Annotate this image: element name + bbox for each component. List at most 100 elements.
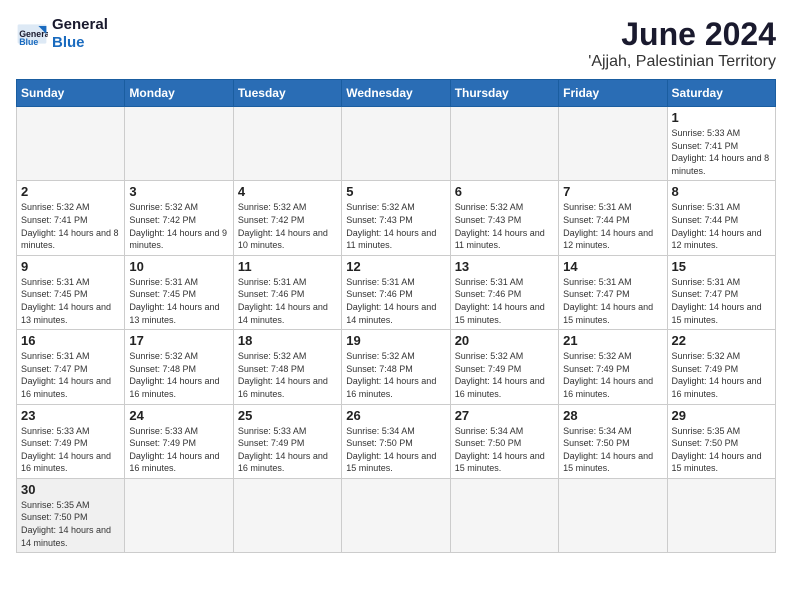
calendar-day-cell <box>233 107 341 181</box>
day-info: Sunrise: 5:33 AMSunset: 7:49 PMDaylight:… <box>21 425 120 475</box>
calendar-day-cell: 5Sunrise: 5:32 AMSunset: 7:43 PMDaylight… <box>342 181 450 255</box>
day-info: Sunrise: 5:32 AMSunset: 7:49 PMDaylight:… <box>563 350 662 400</box>
day-number: 7 <box>563 184 662 199</box>
calendar-day-cell: 15 Sunrise: 5:31 AMSunset: 7:47 PMDayligh… <box>667 255 775 329</box>
location-title: 'Ajjah, Palestinian Territory <box>588 53 776 71</box>
calendar-day-cell: 14 Sunrise: 5:31 AMSunset: 7:47 PMDayligh… <box>559 255 667 329</box>
page-header: General Blue General Blue June 2024 'Ajj… <box>16 16 776 71</box>
calendar-week-row: 1Sunrise: 5:33 AMSunset: 7:41 PMDaylight… <box>17 107 776 181</box>
calendar-day-cell <box>125 478 233 552</box>
calendar-day-cell: 18 Sunrise: 5:32 AMSunset: 7:48 PMDayligh… <box>233 330 341 404</box>
weekday-header-row: SundayMondayTuesdayWednesdayThursdayFrid… <box>17 80 776 107</box>
calendar-day-cell: 3Sunrise: 5:32 AMSunset: 7:42 PMDaylight… <box>125 181 233 255</box>
day-info: Sunrise: 5:34 AMSunset: 7:50 PMDaylight:… <box>563 425 662 475</box>
day-info: Sunrise: 5:32 AMSunset: 7:48 PMDaylight:… <box>346 350 445 400</box>
logo: General Blue General Blue <box>16 16 108 52</box>
calendar-day-cell: 23Sunrise: 5:33 AMSunset: 7:49 PMDayligh… <box>17 404 125 478</box>
calendar-day-cell: 4Sunrise: 5:32 AMSunset: 7:42 PMDaylight… <box>233 181 341 255</box>
day-info: Sunrise: 5:31 AMSunset: 7:46 PMDaylight:… <box>455 276 554 326</box>
day-info: Sunrise: 5:31 AMSunset: 7:45 PMDaylight:… <box>129 276 228 326</box>
day-number: 13 <box>455 259 554 274</box>
calendar-day-cell <box>559 478 667 552</box>
logo-icon: General Blue <box>16 18 48 50</box>
day-number: 11 <box>238 259 337 274</box>
day-number: 16 <box>21 333 120 348</box>
day-info: Sunrise: 5:32 AMSunset: 7:48 PMDaylight:… <box>238 350 337 400</box>
calendar-week-row: 16 Sunrise: 5:31 AMSunset: 7:47 PMDayligh… <box>17 330 776 404</box>
calendar-week-row: 30Sunrise: 5:35 AMSunset: 7:50 PMDayligh… <box>17 478 776 552</box>
day-info: Sunrise: 5:31 AMSunset: 7:47 PMDaylight:… <box>21 350 120 400</box>
day-info: Sunrise: 5:32 AMSunset: 7:42 PMDaylight:… <box>238 201 337 251</box>
day-number: 8 <box>672 184 771 199</box>
svg-text:Blue: Blue <box>19 37 38 47</box>
calendar-day-cell: 16 Sunrise: 5:31 AMSunset: 7:47 PMDayligh… <box>17 330 125 404</box>
day-info: Sunrise: 5:31 AMSunset: 7:47 PMDaylight:… <box>672 276 771 326</box>
calendar-day-cell: 11 Sunrise: 5:31 AMSunset: 7:46 PMDayligh… <box>233 255 341 329</box>
day-number: 29 <box>672 408 771 423</box>
calendar-day-cell: 28 Sunrise: 5:34 AMSunset: 7:50 PMDayligh… <box>559 404 667 478</box>
day-info: Sunrise: 5:32 AMSunset: 7:42 PMDaylight:… <box>129 201 228 251</box>
day-number: 17 <box>129 333 228 348</box>
day-info: Sunrise: 5:32 AMSunset: 7:48 PMDaylight:… <box>129 350 228 400</box>
day-info: Sunrise: 5:31 AMSunset: 7:44 PMDaylight:… <box>563 201 662 251</box>
calendar-table: SundayMondayTuesdayWednesdayThursdayFrid… <box>16 79 776 553</box>
day-info: Sunrise: 5:32 AMSunset: 7:43 PMDaylight:… <box>455 201 554 251</box>
calendar-week-row: 23Sunrise: 5:33 AMSunset: 7:49 PMDayligh… <box>17 404 776 478</box>
calendar-day-cell: 10Sunrise: 5:31 AMSunset: 7:45 PMDayligh… <box>125 255 233 329</box>
weekday-header: Monday <box>125 80 233 107</box>
calendar-day-cell: 27Sunrise: 5:34 AMSunset: 7:50 PMDayligh… <box>450 404 558 478</box>
month-title: June 2024 <box>588 16 776 53</box>
calendar-day-cell: 12 Sunrise: 5:31 AMSunset: 7:46 PMDayligh… <box>342 255 450 329</box>
day-number: 5 <box>346 184 445 199</box>
day-number: 22 <box>672 333 771 348</box>
calendar-day-cell: 19 Sunrise: 5:32 AMSunset: 7:48 PMDayligh… <box>342 330 450 404</box>
day-number: 9 <box>21 259 120 274</box>
day-info: Sunrise: 5:32 AMSunset: 7:49 PMDaylight:… <box>672 350 771 400</box>
day-info: Sunrise: 5:35 AMSunset: 7:50 PMDaylight:… <box>672 425 771 475</box>
calendar-week-row: 2 Sunrise: 5:32 AMSunset: 7:41 PMDaylight… <box>17 181 776 255</box>
calendar-day-cell <box>125 107 233 181</box>
day-info: Sunrise: 5:33 AMSunset: 7:49 PMDaylight:… <box>238 425 337 475</box>
day-number: 27 <box>455 408 554 423</box>
day-number: 12 <box>346 259 445 274</box>
calendar-day-cell: 29 Sunrise: 5:35 AMSunset: 7:50 PMDayligh… <box>667 404 775 478</box>
calendar-day-cell <box>233 478 341 552</box>
day-info: Sunrise: 5:31 AMSunset: 7:47 PMDaylight:… <box>563 276 662 326</box>
day-number: 14 <box>563 259 662 274</box>
calendar-day-cell: 30Sunrise: 5:35 AMSunset: 7:50 PMDayligh… <box>17 478 125 552</box>
calendar-day-cell: 7 Sunrise: 5:31 AMSunset: 7:44 PMDaylight… <box>559 181 667 255</box>
weekday-header: Sunday <box>17 80 125 107</box>
weekday-header: Tuesday <box>233 80 341 107</box>
day-number: 19 <box>346 333 445 348</box>
calendar-day-cell: 6 Sunrise: 5:32 AMSunset: 7:43 PMDaylight… <box>450 181 558 255</box>
weekday-header: Friday <box>559 80 667 107</box>
calendar-day-cell: 8Sunrise: 5:31 AMSunset: 7:44 PMDaylight… <box>667 181 775 255</box>
day-number: 18 <box>238 333 337 348</box>
day-number: 2 <box>21 184 120 199</box>
logo-general-text: General <box>52 16 108 34</box>
day-number: 6 <box>455 184 554 199</box>
calendar-day-cell <box>450 478 558 552</box>
day-number: 15 <box>672 259 771 274</box>
calendar-day-cell <box>559 107 667 181</box>
calendar-day-cell: 25 Sunrise: 5:33 AMSunset: 7:49 PMDayligh… <box>233 404 341 478</box>
day-info: Sunrise: 5:34 AMSunset: 7:50 PMDaylight:… <box>346 425 445 475</box>
calendar-day-cell: 2 Sunrise: 5:32 AMSunset: 7:41 PMDaylight… <box>17 181 125 255</box>
day-info: Sunrise: 5:31 AMSunset: 7:46 PMDaylight:… <box>238 276 337 326</box>
day-number: 28 <box>563 408 662 423</box>
calendar-day-cell <box>667 478 775 552</box>
weekday-header: Saturday <box>667 80 775 107</box>
weekday-header: Thursday <box>450 80 558 107</box>
calendar-day-cell: 22 Sunrise: 5:32 AMSunset: 7:49 PMDayligh… <box>667 330 775 404</box>
day-info: Sunrise: 5:35 AMSunset: 7:50 PMDaylight:… <box>21 499 120 549</box>
calendar-day-cell: 20Sunrise: 5:32 AMSunset: 7:49 PMDayligh… <box>450 330 558 404</box>
day-number: 25 <box>238 408 337 423</box>
weekday-header: Wednesday <box>342 80 450 107</box>
title-block: June 2024 'Ajjah, Palestinian Territory <box>588 16 776 71</box>
calendar-day-cell: 13 Sunrise: 5:31 AMSunset: 7:46 PMDayligh… <box>450 255 558 329</box>
calendar-day-cell: 26Sunrise: 5:34 AMSunset: 7:50 PMDayligh… <box>342 404 450 478</box>
calendar-day-cell: 1Sunrise: 5:33 AMSunset: 7:41 PMDaylight… <box>667 107 775 181</box>
day-info: Sunrise: 5:32 AMSunset: 7:41 PMDaylight:… <box>21 201 120 251</box>
calendar-day-cell <box>450 107 558 181</box>
day-info: Sunrise: 5:31 AMSunset: 7:46 PMDaylight:… <box>346 276 445 326</box>
